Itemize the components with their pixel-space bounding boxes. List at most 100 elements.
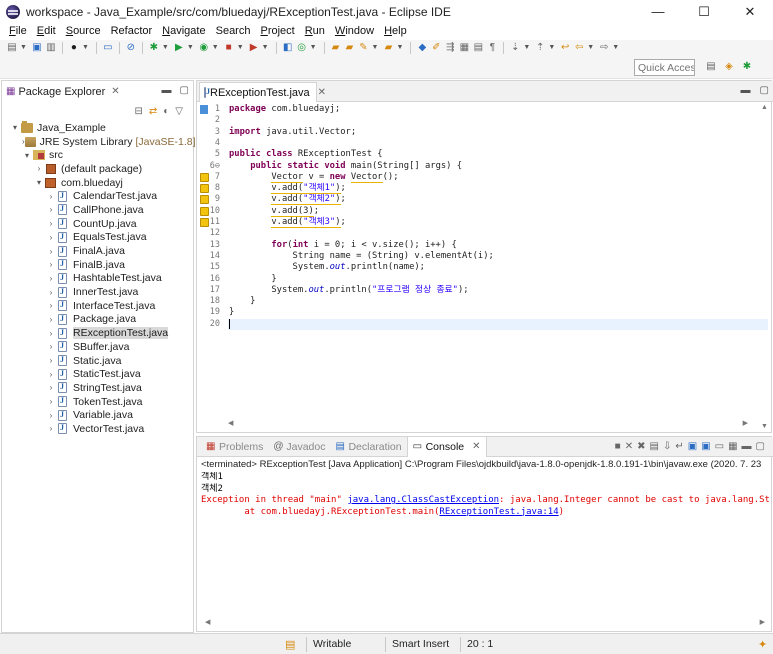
view-menu-icon[interactable]: ▽ bbox=[175, 106, 183, 117]
save-icon[interactable]: ▣ bbox=[31, 42, 43, 54]
chevron-down-icon[interactable]: ▼ bbox=[310, 44, 317, 51]
code-line[interactable]: String name = (String) v.elementAt(i); bbox=[228, 251, 768, 262]
chevron-down-icon[interactable]: ▼ bbox=[237, 44, 244, 51]
menu-window[interactable]: Window bbox=[330, 23, 379, 40]
pin-console-icon[interactable]: ▭ bbox=[715, 441, 724, 452]
tree-item[interactable]: › SBuffer.java bbox=[2, 340, 193, 354]
open-perspective-icon[interactable]: ▤ bbox=[705, 61, 717, 73]
tree-item[interactable]: › TokenTest.java bbox=[2, 395, 193, 409]
menu-project[interactable]: Project bbox=[255, 23, 299, 40]
tree-item[interactable]: › VectorTest.java bbox=[2, 422, 193, 436]
coverage-icon[interactable]: ◉ bbox=[198, 42, 210, 54]
debug-perspective-icon[interactable]: ● bbox=[68, 42, 80, 54]
minimize-view-icon[interactable]: ▬ bbox=[162, 85, 172, 96]
open-type-icon[interactable]: ▰ bbox=[330, 42, 342, 54]
chevron-down-icon[interactable]: ▼ bbox=[523, 44, 530, 51]
warning-icon[interactable] bbox=[200, 195, 209, 205]
console-output[interactable]: 객체1 객체2 Exception in thread "main" java.la… bbox=[201, 472, 769, 518]
new-icon[interactable]: ▤ bbox=[6, 42, 18, 54]
code-line[interactable]: v.add(3); bbox=[228, 205, 768, 217]
menu-search[interactable]: Search bbox=[211, 23, 256, 40]
code-line[interactable]: package com.bluedayj; bbox=[228, 104, 768, 115]
chevron-down-icon[interactable]: ▼ bbox=[262, 44, 269, 51]
chevron-right-icon[interactable]: › bbox=[46, 205, 56, 214]
tree-item[interactable]: › CountUp.java bbox=[2, 217, 193, 231]
print-icon[interactable]: ▥ bbox=[45, 42, 57, 54]
menu-refactor[interactable]: Refactor bbox=[106, 23, 158, 40]
word-wrap-icon[interactable]: ↵ bbox=[675, 441, 683, 452]
next-annotation-icon[interactable]: ⇣ bbox=[509, 42, 521, 54]
code-line[interactable]: System.out.println(name); bbox=[228, 262, 768, 273]
chevron-down-icon[interactable]: ▼ bbox=[82, 44, 89, 51]
terminate-icon[interactable]: ■ bbox=[615, 441, 621, 452]
last-edit-icon[interactable]: ↩ bbox=[559, 42, 571, 54]
chevron-down-icon[interactable]: ▾ bbox=[22, 151, 32, 160]
forward-icon[interactable]: ⇨ bbox=[598, 42, 610, 54]
close-icon[interactable]: ✕ bbox=[318, 87, 326, 98]
tree-item[interactable]: › EqualsTest.java bbox=[2, 231, 193, 245]
tab-problems[interactable]: ▦ Problems bbox=[201, 437, 268, 457]
chevron-right-icon[interactable]: › bbox=[46, 274, 56, 283]
chevron-right-icon[interactable]: › bbox=[46, 356, 56, 365]
show-stderr-icon[interactable]: ▣ bbox=[701, 441, 710, 452]
chevron-right-icon[interactable]: › bbox=[46, 288, 56, 297]
chevron-right-icon[interactable]: › bbox=[46, 219, 56, 228]
code-line[interactable]: v.add("객체2"); bbox=[228, 194, 768, 206]
scroll-right-icon[interactable]: ▶ bbox=[743, 419, 748, 427]
tree-item[interactable]: ▾ Java_Example bbox=[2, 120, 193, 135]
tree-item[interactable]: › Static.java bbox=[2, 354, 193, 368]
menu-help[interactable]: Help bbox=[379, 23, 412, 40]
warning-icon[interactable] bbox=[200, 218, 209, 227]
editor-tab-rexceptiontest[interactable]: RExceptionTest.java ✕ bbox=[199, 82, 326, 102]
chevron-right-icon[interactable]: › bbox=[46, 329, 56, 338]
word-wrap-icon[interactable]: ▤ bbox=[472, 42, 484, 54]
tree-item[interactable]: › InnerTest.java bbox=[2, 285, 193, 299]
tree-item[interactable]: ▾ com.bluedayj bbox=[2, 176, 193, 190]
chevron-down-icon[interactable]: ▼ bbox=[20, 44, 27, 51]
chevron-down-icon[interactable]: ▾ bbox=[10, 123, 20, 132]
link-with-editor-icon[interactable]: ⇄ bbox=[149, 106, 157, 117]
new-java-project-icon[interactable]: ◧ bbox=[282, 42, 294, 54]
menu-navigate[interactable]: Navigate bbox=[157, 23, 210, 40]
run-icon[interactable]: ▶ bbox=[173, 42, 185, 54]
console-horizontal-scrollbar[interactable]: ◀ ▶ bbox=[205, 617, 765, 627]
chevron-down-icon[interactable]: ▼ bbox=[187, 44, 194, 51]
chevron-right-icon[interactable]: › bbox=[46, 370, 56, 379]
back-icon[interactable]: ⇦ bbox=[573, 42, 585, 54]
menu-edit[interactable]: Edit bbox=[32, 23, 61, 40]
quick-access-input[interactable] bbox=[634, 59, 695, 76]
tree-item[interactable]: › StaticTest.java bbox=[2, 367, 193, 381]
tree-item[interactable]: › FinalA.java bbox=[2, 244, 193, 258]
show-whitespace-icon[interactable]: ¶ bbox=[486, 42, 498, 54]
tree-item[interactable]: › FinalB.java bbox=[2, 258, 193, 272]
warning-icon[interactable] bbox=[200, 172, 209, 182]
bookmark-icon[interactable] bbox=[200, 105, 208, 114]
tree-item[interactable]: › CallPhone.java bbox=[2, 203, 193, 217]
chevron-right-icon[interactable]: › bbox=[46, 247, 56, 256]
minimize-view-icon[interactable]: ▬ bbox=[742, 441, 752, 452]
chevron-right-icon[interactable]: › bbox=[46, 383, 56, 392]
breadcrumb-icon[interactable]: ⇶ bbox=[444, 42, 456, 54]
clear-console-icon[interactable]: ▤ bbox=[650, 441, 659, 452]
maximize-view-icon[interactable]: ▢ bbox=[756, 441, 765, 452]
warning-icon[interactable] bbox=[200, 184, 209, 194]
maximize-button[interactable]: ☐ bbox=[681, 0, 727, 23]
chevron-right-icon[interactable]: › bbox=[46, 233, 56, 242]
chevron-down-icon[interactable]: ▼ bbox=[612, 44, 619, 51]
code-line[interactable] bbox=[228, 115, 768, 126]
tree-item[interactable]: › InterfaceTest.java bbox=[2, 299, 193, 313]
chevron-right-icon[interactable]: › bbox=[46, 397, 56, 406]
maximize-view-icon[interactable]: ▢ bbox=[180, 85, 189, 96]
chevron-right-icon[interactable]: › bbox=[34, 164, 44, 173]
chevron-right-icon[interactable]: › bbox=[46, 260, 56, 269]
scroll-right-icon[interactable]: ▶ bbox=[760, 618, 765, 626]
terminal-icon[interactable]: ▭ bbox=[102, 42, 114, 54]
task-icon[interactable]: ▤ bbox=[285, 638, 295, 651]
close-button[interactable]: ✕ bbox=[727, 0, 773, 23]
warning-icon[interactable] bbox=[200, 206, 209, 216]
java-perspective-icon[interactable]: ◈ bbox=[723, 61, 735, 73]
tab-console[interactable]: ▭ Console ✕ bbox=[406, 436, 487, 457]
code-line[interactable]: } bbox=[228, 307, 768, 318]
highlight-icon[interactable]: ✐ bbox=[430, 42, 442, 54]
tree-item[interactable]: › RExceptionTest.java bbox=[2, 326, 193, 340]
